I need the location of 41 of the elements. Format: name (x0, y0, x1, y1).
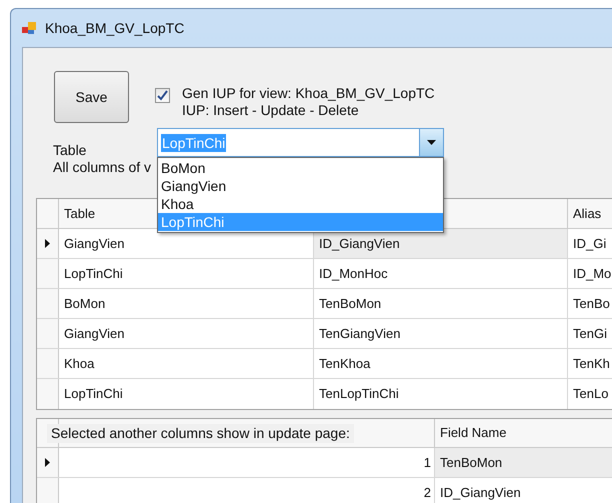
column-header[interactable]: Alias (568, 199, 612, 228)
checkbox[interactable] (155, 88, 170, 103)
table-cell: LopTinChi (59, 379, 314, 409)
table-cell: Khoa (59, 349, 314, 378)
table-cell: TenLopTinChi (314, 379, 568, 409)
row-header[interactable] (37, 448, 59, 477)
table-cell-text: TenBo (572, 294, 611, 313)
window-title: Khoa_BM_GV_LopTC (45, 18, 184, 38)
current-row-icon (45, 458, 50, 467)
caret-icon (427, 140, 436, 145)
checkbox-label: Gen IUP for view: Khoa_BM_GV_LopTC (182, 85, 435, 102)
table-cell-text: TenKh (572, 354, 611, 373)
table-cell: BoMon (59, 289, 314, 318)
column-header[interactable]: Field Name (435, 419, 612, 447)
table-cell-text: ID_GiangVien (439, 484, 522, 502)
table-cell: LopTinChi (59, 259, 314, 288)
combo-value: LopTinChi (161, 134, 226, 152)
table-cell-text: TenLo (572, 385, 610, 404)
columns-label: All columns of v (53, 159, 152, 176)
table-cell-text: ID_Mo (572, 264, 612, 283)
table-cell: GiangVien (59, 319, 314, 348)
table-cell: ID_MonHoc (314, 259, 568, 288)
table-cell: TenGiangVien (314, 319, 568, 348)
dropdown-button[interactable] (419, 129, 443, 156)
row-header[interactable] (37, 229, 59, 258)
table-cell: TenBoMon (435, 448, 612, 477)
dropdown-option[interactable]: BoMon (158, 159, 443, 177)
checkbox-label: IUP: Insert - Update - Delete (182, 102, 360, 119)
table-cell: 2 (59, 478, 435, 503)
table-cell-text: ID_Gi (572, 234, 608, 253)
table-cell: TenBoMon (314, 289, 568, 318)
table-cell: TenKhoa (314, 349, 568, 378)
app-icon (21, 20, 37, 36)
current-row-icon (45, 239, 50, 248)
dropdown-option[interactable]: Khoa (158, 195, 443, 213)
save-button[interactable]: Save (54, 71, 129, 123)
table-cell: ID_GiangVien (314, 229, 568, 258)
grid-caption: Selected another columns show in update page: (47, 424, 354, 443)
table-label: Table (53, 142, 88, 159)
table-cell-text: TenGi (572, 324, 608, 343)
dropdown-option[interactable]: GiangVien (158, 177, 443, 195)
